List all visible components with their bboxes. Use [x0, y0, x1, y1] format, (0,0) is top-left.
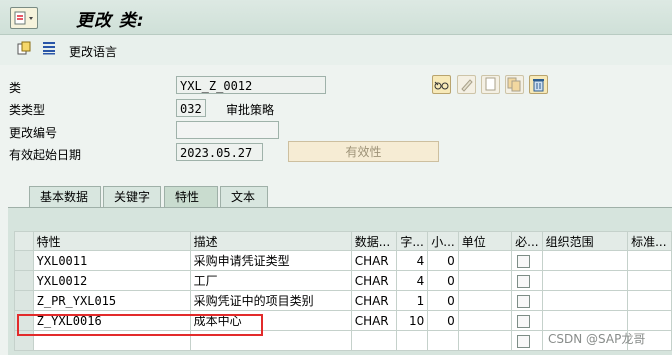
delete-trash-icon[interactable] [529, 75, 548, 94]
length-cell: 4 [396, 270, 429, 291]
page-title: 更改 类: [76, 11, 145, 31]
column-header-characteristic[interactable]: 特性 [32, 231, 191, 251]
unit-cell [457, 310, 513, 331]
tab-text[interactable]: 文本 [220, 186, 268, 207]
display-glasses-icon[interactable] [432, 75, 451, 94]
class-field[interactable]: YXL_Z_0012 [176, 76, 326, 94]
column-header-description[interactable]: 描述 [189, 231, 352, 251]
create-document-icon[interactable] [481, 75, 500, 94]
change-number-field[interactable] [176, 121, 279, 139]
length-cell: 4 [396, 250, 429, 271]
valid-from-field[interactable]: 2023.05.27 [176, 143, 263, 161]
table-row[interactable]: Z_PR_YXL015 采购凭证中的项目类别 CHAR 1 0 [14, 290, 672, 311]
required-checkbox[interactable] [517, 254, 531, 268]
system-menu-icon[interactable] [10, 7, 38, 29]
required-cell[interactable] [511, 270, 543, 291]
change-number-label: 更改编号 [9, 126, 58, 140]
copy-icon[interactable] [505, 75, 524, 94]
characteristic-cell[interactable]: YXL0012 [32, 270, 191, 291]
column-header-standard[interactable]: 标准... [627, 231, 672, 251]
required-checkbox[interactable] [517, 294, 531, 308]
org-area-cell [541, 290, 629, 311]
decimals-cell: 0 [427, 310, 459, 331]
decimals-cell: 0 [427, 290, 459, 311]
decimals-cell: 0 [427, 250, 459, 271]
column-header-required[interactable]: 必... [511, 231, 543, 251]
standard-cell [627, 250, 672, 271]
description-cell: 工厂 [189, 270, 352, 291]
unit-cell [457, 330, 513, 351]
required-cell[interactable] [511, 330, 543, 351]
standard-cell [627, 290, 672, 311]
required-cell[interactable] [511, 290, 543, 311]
data-type-cell: CHAR [350, 310, 398, 331]
copy-document-icon[interactable] [17, 41, 31, 55]
data-type-cell: CHAR [350, 290, 398, 311]
column-header-length[interactable]: 字... [396, 231, 429, 251]
unit-cell [457, 290, 513, 311]
decimals-cell: 0 [427, 270, 459, 291]
title-bar: 更改 类: [0, 0, 672, 35]
unit-cell [457, 270, 513, 291]
required-checkbox[interactable] [517, 334, 531, 348]
length-cell: 1 [396, 290, 429, 311]
class-type-label: 类类型 [9, 103, 46, 117]
row-selector[interactable] [14, 290, 34, 311]
class-label: 类 [9, 81, 22, 95]
required-checkbox[interactable] [517, 314, 531, 328]
valid-from-label: 有效起始日期 [9, 148, 82, 162]
table-row[interactable]: YXL0012 工厂 CHAR 4 0 [14, 270, 672, 291]
class-type-field[interactable]: 032 [176, 99, 206, 117]
length-cell: 10 [396, 310, 429, 331]
validity-button[interactable]: 有效性 [288, 141, 439, 162]
edit-pencil-icon[interactable] [457, 75, 476, 94]
tab-basic-data[interactable]: 基本数据 [29, 186, 101, 207]
required-cell[interactable] [511, 310, 543, 331]
row-selector[interactable] [14, 250, 34, 271]
row-selector-header[interactable] [14, 231, 34, 251]
org-area-cell [541, 250, 629, 271]
column-header-unit[interactable]: 单位 [457, 231, 513, 251]
column-header-data-type[interactable]: 数据... [350, 231, 398, 251]
application-toolbar: 更改语言 [0, 35, 672, 65]
standard-cell [627, 310, 672, 331]
tab-strip: 基本数据 关键字 特性 文本 [0, 186, 672, 208]
column-header-org-area[interactable]: 组织范围 [541, 231, 629, 251]
characteristic-cell[interactable]: Z_PR_YXL015 [32, 290, 191, 311]
data-type-cell: CHAR [350, 270, 398, 291]
table-row[interactable]: YXL0011 采购申请凭证类型 CHAR 4 0 [14, 250, 672, 271]
unit-cell [457, 250, 513, 271]
tab-keywords[interactable]: 关键字 [103, 186, 161, 207]
org-area-cell [541, 270, 629, 291]
org-area-cell [541, 310, 629, 331]
required-cell[interactable] [511, 250, 543, 271]
data-type-cell [350, 330, 398, 351]
change-language-button[interactable]: 更改语言 [69, 43, 117, 60]
column-header-decimals[interactable]: 小... [427, 231, 459, 251]
highlight-box [17, 314, 263, 336]
data-type-cell: CHAR [350, 250, 398, 271]
list-icon[interactable] [42, 41, 56, 55]
description-cell: 采购申请凭证类型 [189, 250, 352, 271]
characteristic-cell[interactable]: YXL0011 [32, 250, 191, 271]
description-cell: 采购凭证中的项目类别 [189, 290, 352, 311]
class-type-description: 审批策略 [226, 103, 275, 117]
table-header-row: 特性 描述 数据... 字... 小... 单位 必... 组织范围 标准... [14, 231, 672, 251]
watermark-text: CSDN @SAP龙哥 [548, 332, 646, 346]
decimals-cell [427, 330, 459, 351]
length-cell [396, 330, 429, 351]
required-checkbox[interactable] [517, 274, 531, 288]
tab-characteristics[interactable]: 特性 [164, 186, 218, 208]
row-selector[interactable] [14, 270, 34, 291]
standard-cell [627, 270, 672, 291]
